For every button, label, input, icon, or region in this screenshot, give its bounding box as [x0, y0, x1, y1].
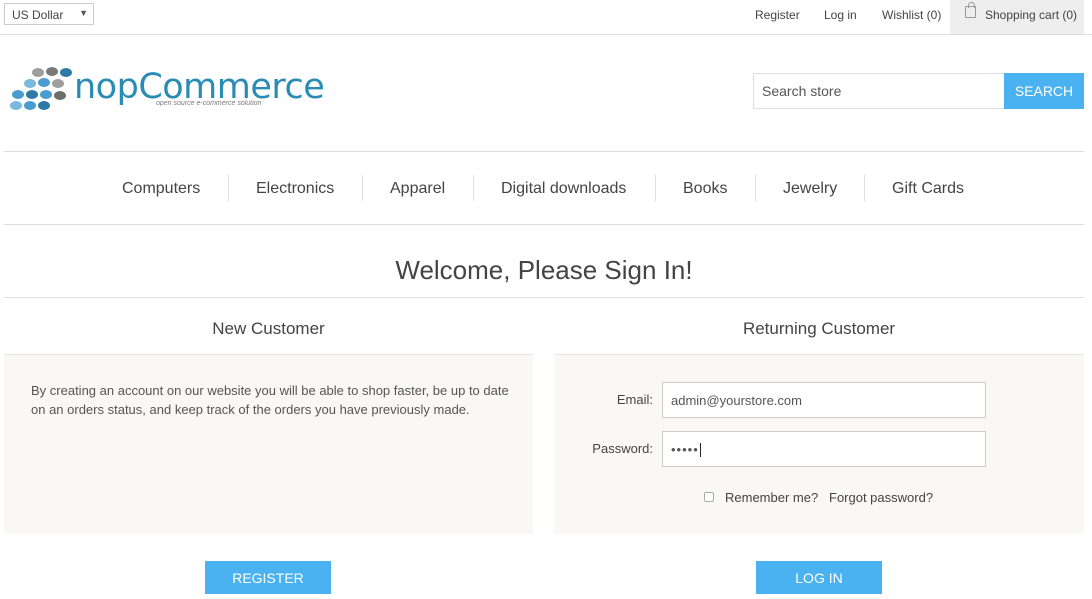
new-customer-panel: By creating an account on our website yo… [4, 354, 533, 534]
forgot-password-link[interactable]: Forgot password? [829, 490, 933, 505]
top-menu: Computers Electronics Apparel Digital do… [4, 151, 1084, 225]
logo-dot [38, 101, 50, 110]
shopping-cart-label: Shopping cart (0) [985, 8, 1078, 22]
menu-divider [755, 175, 756, 201]
menu-item-digital-downloads[interactable]: Digital downloads [501, 180, 626, 198]
password-label: Password: [592, 441, 653, 456]
returning-customer-title: Returning Customer [742, 319, 896, 338]
returning-customer-panel: Email: admin@yourstore.com Password: •••… [554, 354, 1084, 534]
search-button[interactable]: SEARCH [1004, 73, 1084, 109]
menu-divider [864, 175, 865, 201]
menu-divider [228, 175, 229, 201]
text-cursor [699, 443, 701, 457]
remember-me-checkbox[interactable] [704, 492, 714, 502]
header-top-bar: US Dollar ▼ Register Log in Wishlist (0)… [0, 0, 1092, 35]
logo-dot [52, 79, 64, 88]
email-label: Email: [616, 392, 653, 407]
menu-item-apparel[interactable]: Apparel [390, 180, 445, 198]
menu-divider [362, 175, 363, 201]
menu-item-jewelry[interactable]: Jewelry [783, 180, 837, 198]
password-field[interactable]: ••••• [662, 431, 986, 467]
menu-item-electronics[interactable]: Electronics [256, 180, 334, 198]
menu-divider [655, 175, 656, 201]
currency-selected-value: US Dollar [12, 8, 64, 22]
logo-tagline: open source e-commerce solution [156, 100, 262, 107]
shopping-bag-icon [965, 2, 976, 18]
logo-dot [26, 90, 38, 99]
register-button[interactable]: REGISTER [205, 561, 331, 594]
chevron-down-icon: ▼ [79, 8, 88, 18]
logo-dot [60, 68, 72, 77]
logo-dot [32, 68, 44, 77]
logo-dot [24, 101, 36, 110]
logo-dot [12, 90, 24, 99]
login-button[interactable]: LOG IN [756, 561, 882, 594]
new-customer-text: By creating an account on our website yo… [31, 383, 509, 417]
menu-item-computers[interactable]: Computers [122, 180, 200, 198]
wishlist-link[interactable]: Wishlist (0) [882, 8, 941, 22]
logo-dot [38, 78, 50, 87]
email-field[interactable]: admin@yourstore.com [662, 382, 986, 418]
menu-item-books[interactable]: Books [683, 180, 727, 198]
logo-dot [46, 67, 58, 76]
currency-select[interactable]: US Dollar ▼ [4, 3, 94, 25]
menu-divider [473, 175, 474, 201]
search-input[interactable]: Search store [753, 73, 1005, 109]
title-divider [4, 297, 1084, 298]
login-link[interactable]: Log in [824, 8, 857, 22]
logo-dot [10, 101, 22, 110]
new-customer-title: New Customer [212, 319, 325, 338]
store-logo[interactable]: nopCommerce open source e-commerce solut… [8, 64, 325, 116]
shopping-cart-link[interactable]: Shopping cart (0) [950, 0, 1084, 34]
logo-dot [54, 91, 66, 100]
register-link[interactable]: Register [755, 8, 800, 22]
remember-me-label[interactable]: Remember me? [725, 490, 818, 505]
menu-item-gift-cards[interactable]: Gift Cards [892, 180, 964, 198]
logo-dot [40, 90, 52, 99]
logo-dot [24, 79, 36, 88]
password-mask: ••••• [671, 442, 699, 457]
page-title: Welcome, Please Sign In! [395, 255, 693, 285]
